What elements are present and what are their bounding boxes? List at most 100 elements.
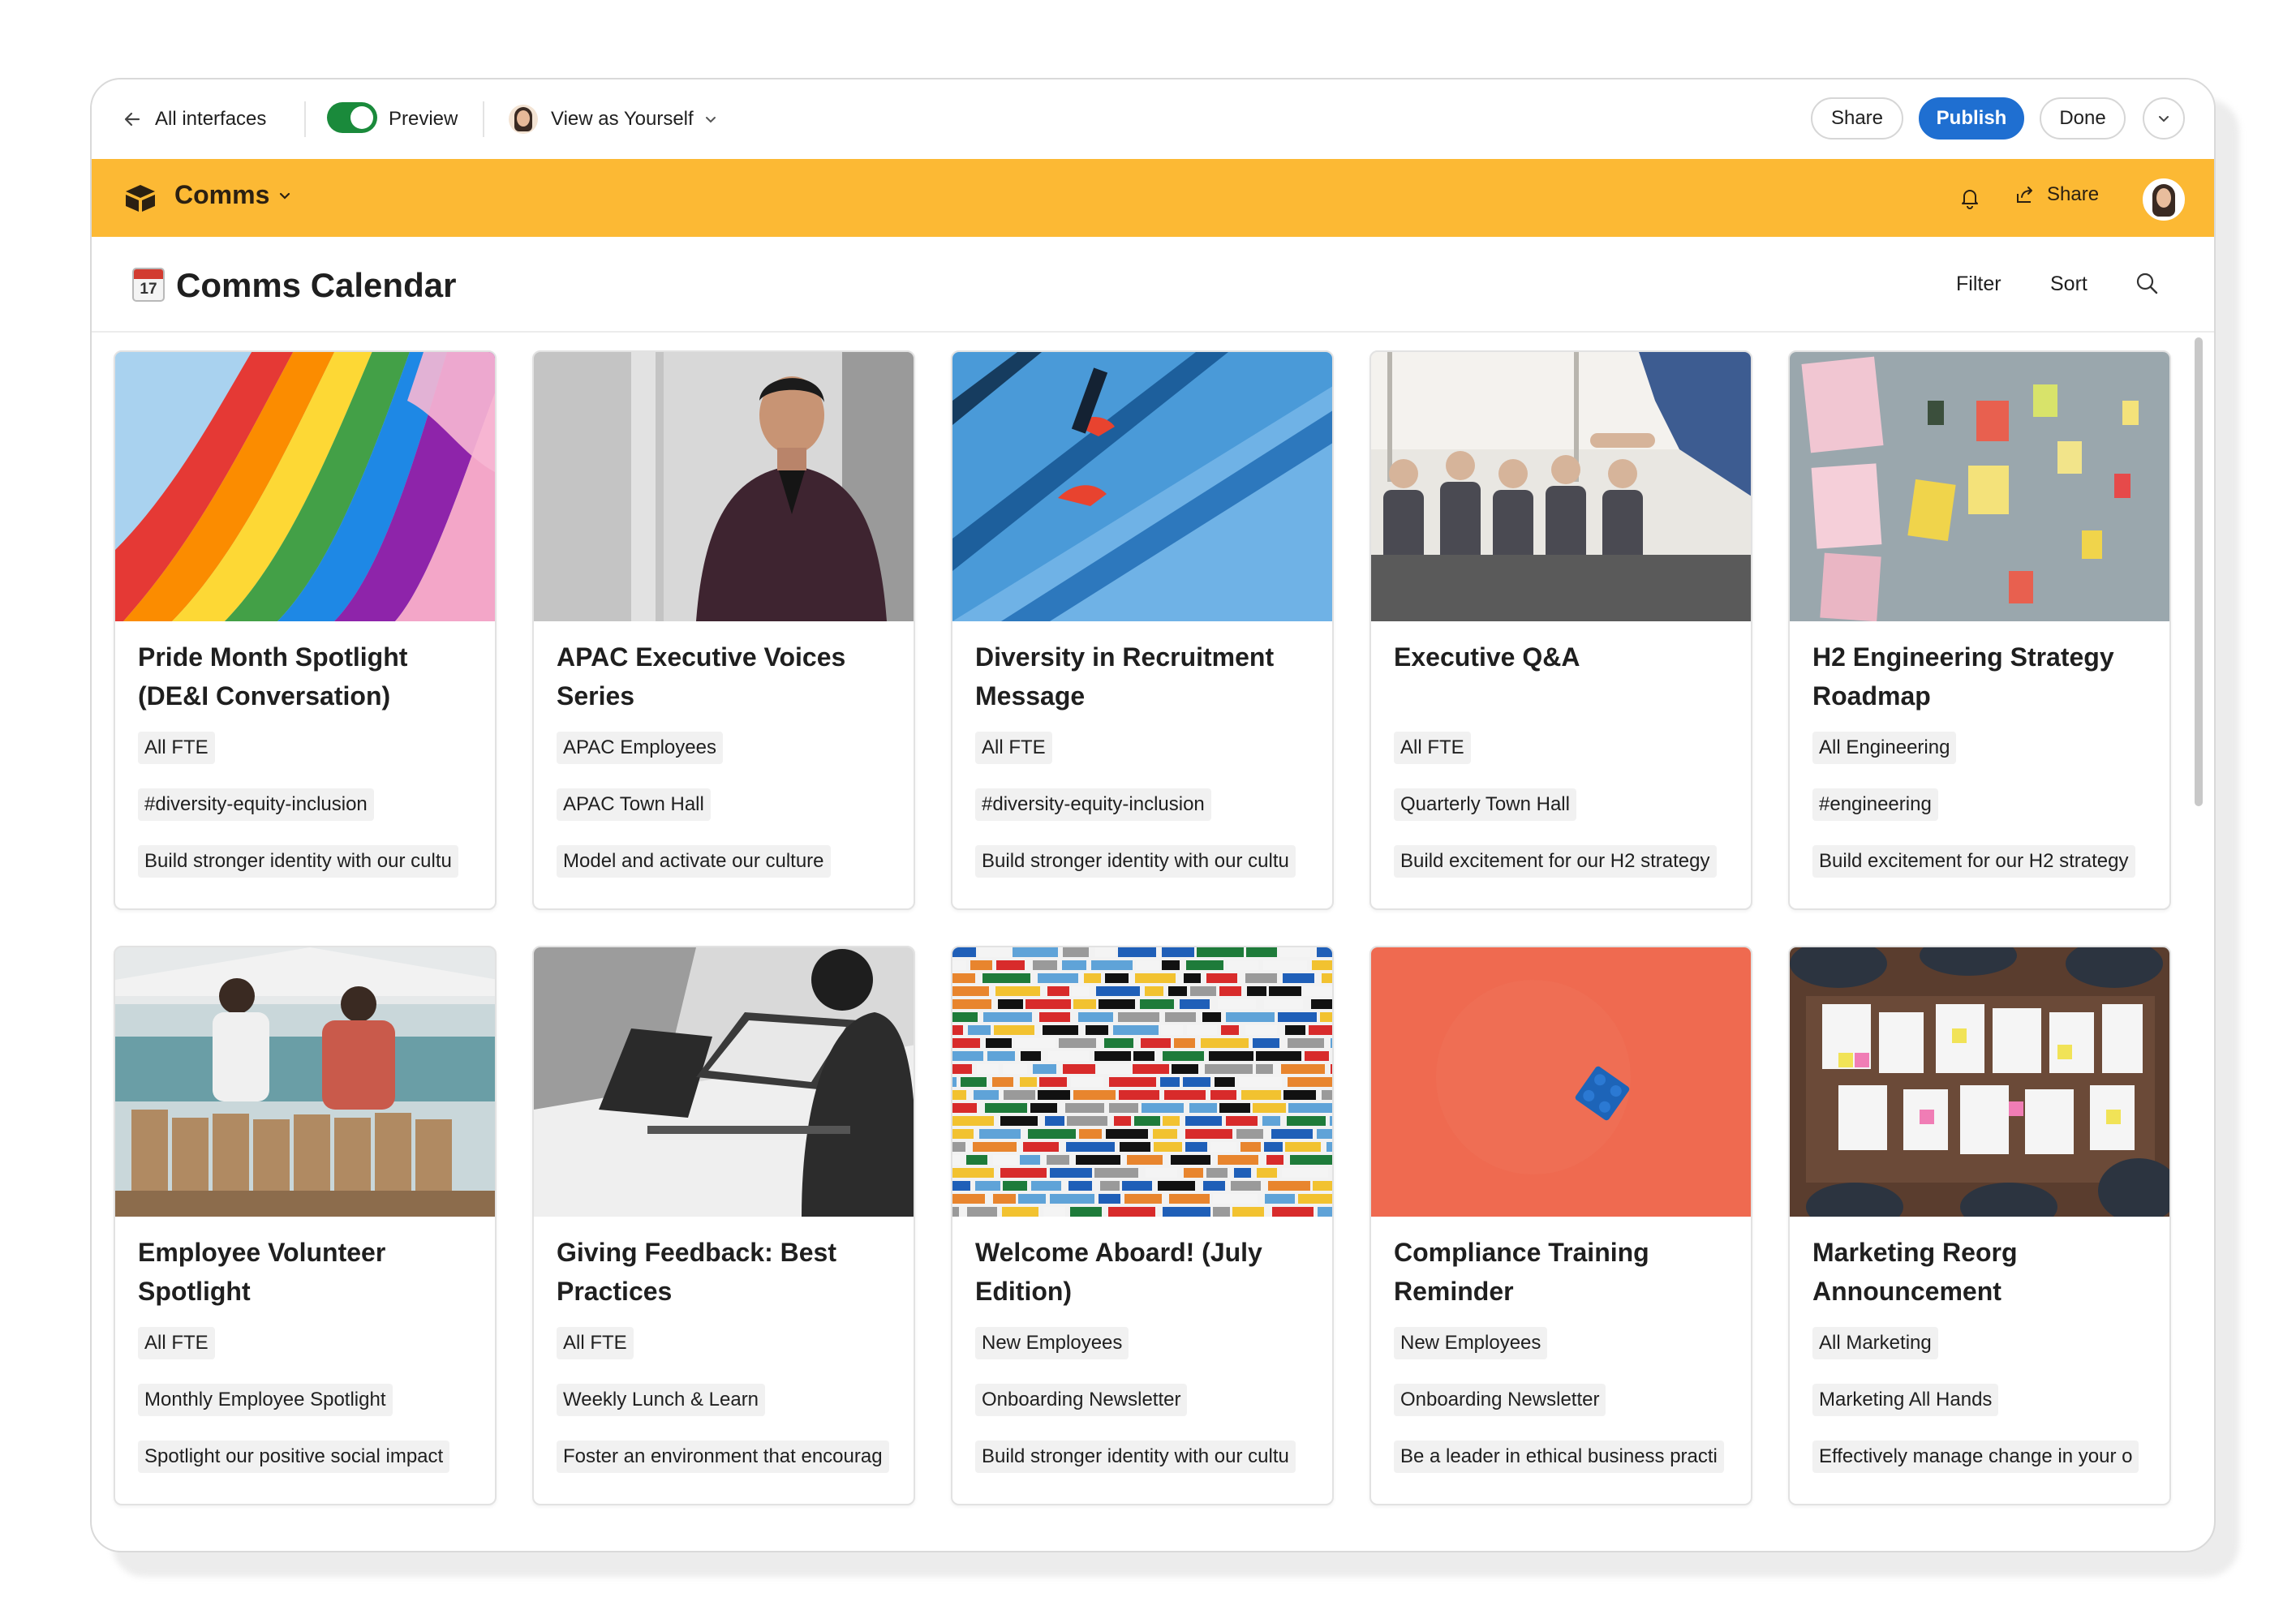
audience-tag: New Employees <box>1394 1327 1548 1359</box>
card-title-line: Reminder <box>1394 1277 1514 1306</box>
card-title-line: Spotlight <box>138 1277 251 1306</box>
channel-tag: Onboarding Newsletter <box>1394 1384 1606 1416</box>
card-title: Welcome Aboard! (July Edition) <box>975 1233 1316 1311</box>
audience-tag: All FTE <box>138 732 215 764</box>
divider <box>304 101 306 137</box>
chevron-down-icon <box>2159 116 2169 122</box>
profile-avatar[interactable] <box>2143 178 2185 221</box>
bell-icon[interactable] <box>1959 187 1980 209</box>
card-title-line: APAC Executive Voices <box>557 642 846 672</box>
goal-tag: Foster an environment that encourag <box>557 1441 889 1473</box>
channel-tag: Onboarding Newsletter <box>975 1384 1188 1416</box>
done-button[interactable]: Done <box>2040 97 2126 140</box>
channel-tag: #diversity-equity-inclusion <box>975 788 1211 821</box>
audience-tag: All FTE <box>138 1327 215 1359</box>
view-as-dropdown[interactable]: View as Yourself <box>509 101 718 138</box>
record-card[interactable]: Compliance Training Reminder New Employe… <box>1369 946 1752 1505</box>
channel-tag: Quarterly Town Hall <box>1394 788 1576 821</box>
channel-tag: Marketing All Hands <box>1812 1384 1999 1416</box>
channel-tag: Monthly Employee Spotlight <box>138 1384 393 1416</box>
audience-tag: All Marketing <box>1812 1327 1938 1359</box>
search-icon[interactable] <box>2135 271 2159 295</box>
record-card[interactable]: H2 Engineering Strategy Roadmap All Engi… <box>1788 350 2171 910</box>
card-title-line: Welcome Aboard! (July <box>975 1238 1262 1267</box>
interface-window: All interfaces Preview View as Yourself … <box>90 78 2216 1552</box>
goal-tag: Be a leader in ethical business practi <box>1394 1441 1724 1473</box>
publish-button[interactable]: Publish <box>1919 97 2024 140</box>
card-image-sticky-notes-wall <box>1790 352 2169 621</box>
channel-tag: #engineering <box>1812 788 1938 821</box>
calendar-day: 17 <box>140 281 157 298</box>
more-options-button[interactable] <box>2143 97 2185 140</box>
goal-tag: Build excitement for our H2 strategy <box>1812 845 2135 878</box>
card-title-line: Executive Q&A <box>1394 642 1580 672</box>
share-icon <box>2017 187 2032 203</box>
chevron-down-icon[interactable] <box>277 188 293 204</box>
card-title-line: Diversity in Recruitment <box>975 642 1275 672</box>
card-title-line: Giving Feedback: Best <box>557 1238 836 1267</box>
record-card[interactable]: Pride Month Spotlight (DE&I Conversation… <box>114 350 497 910</box>
channel-tag: Weekly Lunch & Learn <box>557 1384 766 1416</box>
page-header: 17 Comms Calendar Filter Sort <box>92 237 2214 333</box>
card-image-blue-brick-on-red <box>1371 947 1751 1217</box>
goal-tag: Build excitement for our H2 strategy <box>1394 845 1717 878</box>
card-title-line: Practices <box>557 1277 673 1306</box>
record-card[interactable]: Marketing Reorg Announcement All Marketi… <box>1788 946 2171 1505</box>
audience-tag: APAC Employees <box>557 732 723 764</box>
record-card[interactable]: Executive Q&A All FTE Quarterly Town Hal… <box>1369 350 1752 910</box>
view-as-label: View as Yourself <box>551 108 694 130</box>
card-title-line: Edition) <box>975 1277 1073 1306</box>
back-label: All interfaces <box>155 108 267 130</box>
goal-tag: Effectively manage change in your o <box>1812 1441 2139 1473</box>
divider <box>483 101 484 137</box>
card-title-line: Announcement <box>1812 1277 2001 1306</box>
goal-tag: Build stronger identity with our cultu <box>138 845 458 878</box>
card-title-line: Compliance Training <box>1394 1238 1649 1267</box>
back-to-interfaces-link[interactable]: All interfaces <box>121 101 266 138</box>
page-title: Comms Calendar <box>176 266 457 304</box>
card-title: Diversity in Recruitment Message <box>975 638 1316 715</box>
app-header: Comms Share <box>92 159 2214 237</box>
preview-toggle[interactable] <box>327 102 377 133</box>
user-avatar <box>509 105 538 134</box>
chevron-down-icon <box>705 117 716 123</box>
card-title: Executive Q&A <box>1394 638 1735 676</box>
channel-tag: APAC Town Hall <box>557 788 711 821</box>
card-image-audience-meeting <box>1371 352 1751 621</box>
calendar-icon: 17 <box>132 268 165 302</box>
record-card[interactable]: Employee Volunteer Spotlight All FTE Mon… <box>114 946 497 1505</box>
scrollbar[interactable] <box>2195 337 2203 806</box>
goal-tag: Build stronger identity with our cultu <box>975 845 1296 878</box>
card-title-line: Series <box>557 681 635 711</box>
card-title: Marketing Reorg Announcement <box>1812 1233 2153 1311</box>
app-share-label: Share <box>2047 183 2100 205</box>
card-title-line: Roadmap <box>1812 681 1931 711</box>
record-card[interactable]: Diversity in Recruitment Message All FTE… <box>951 350 1334 910</box>
preview-label: Preview <box>389 108 458 130</box>
card-image-rainbow-flag <box>115 352 495 621</box>
card-image-volunteers-packing <box>115 947 495 1217</box>
card-image-executive-portrait <box>534 352 914 621</box>
card-title: H2 Engineering Strategy Roadmap <box>1812 638 2153 715</box>
card-title-line: Pride Month Spotlight <box>138 642 408 672</box>
sort-button[interactable]: Sort <box>2050 273 2087 296</box>
filter-button[interactable]: Filter <box>1956 273 2001 296</box>
card-image-team-planning-table <box>1790 947 2169 1217</box>
card-image-blue-stairs <box>952 352 1332 621</box>
record-card[interactable]: Welcome Aboard! (July Edition) New Emplo… <box>951 946 1334 1505</box>
audience-tag: New Employees <box>975 1327 1129 1359</box>
record-card[interactable]: APAC Executive Voices Series APAC Employ… <box>532 350 915 910</box>
goal-tag: Spotlight our positive social impact <box>138 1441 450 1473</box>
audience-tag: All FTE <box>1394 732 1471 764</box>
card-image-laptop-desk <box>534 947 914 1217</box>
card-title-line: H2 Engineering Strategy <box>1812 642 2114 672</box>
app-name[interactable]: Comms <box>174 180 269 210</box>
card-title: Compliance Training Reminder <box>1394 1233 1735 1311</box>
record-card[interactable]: Giving Feedback: Best Practices All FTE … <box>532 946 915 1505</box>
audience-tag: All Engineering <box>1812 732 1957 764</box>
card-title-line: Marketing Reorg <box>1812 1238 2018 1267</box>
app-share-button[interactable]: Share <box>2014 183 2099 206</box>
card-title-line: Message <box>975 681 1086 711</box>
audience-tag: All FTE <box>975 732 1052 764</box>
share-button[interactable]: Share <box>1811 97 1903 140</box>
